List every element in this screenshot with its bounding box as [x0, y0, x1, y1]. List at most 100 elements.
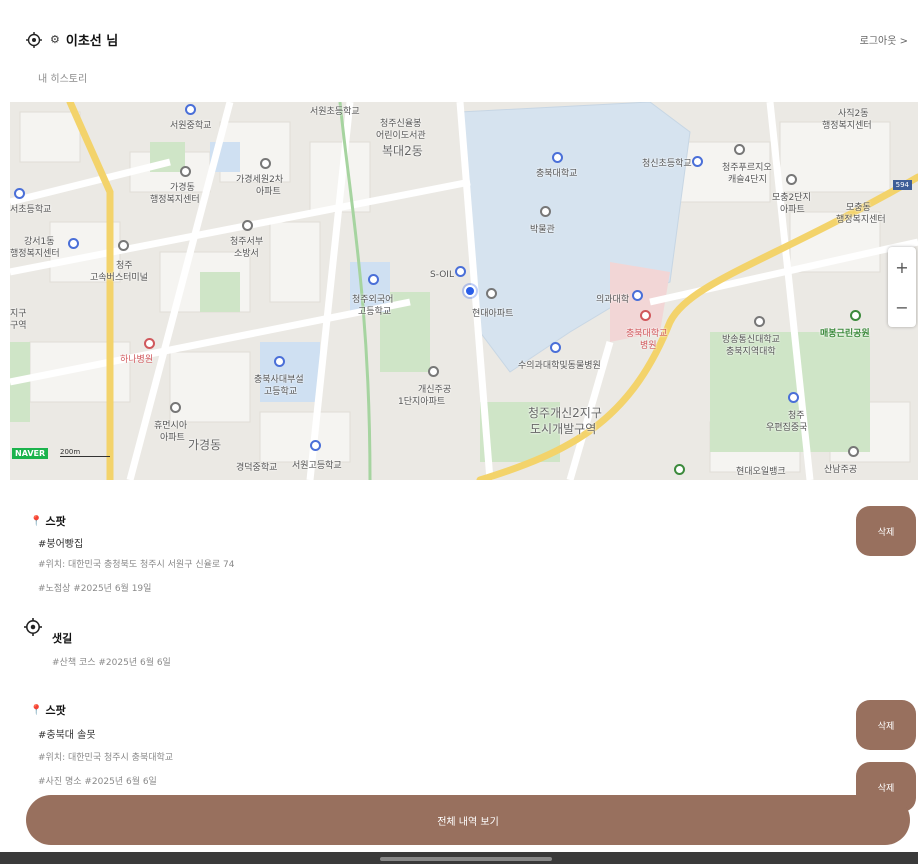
map-label: 캐슬4단지 [728, 175, 767, 185]
map-label: 서원중학교 [170, 121, 212, 131]
delete-button[interactable]: 삭제 [856, 506, 916, 556]
map-label: 서초등학교 [10, 205, 52, 215]
school-icon [550, 342, 561, 353]
place-icon [242, 220, 253, 231]
map-label: 현대오일뱅크 [736, 467, 786, 477]
school-icon [632, 290, 643, 301]
list-item: 📍 스팟 #충북대 솔못 #위치: 대한민국 청주시 충북대학교 #사진 명소 … [0, 696, 918, 806]
map-label: 우편집중국 [766, 423, 808, 433]
map-label: 구역 [10, 321, 27, 331]
item-name: #충북대 솔못 [38, 730, 96, 741]
item-tags: #사진 명소 #2025년 6월 6일 [38, 777, 157, 787]
item-type: 📍 스팟 [30, 513, 66, 529]
item-type: 📍 스팟 [30, 702, 66, 718]
target-icon [24, 618, 42, 636]
office-icon [68, 238, 79, 249]
place-icon [260, 158, 271, 169]
map-label: 어린이도서관 [376, 131, 426, 141]
system-navigation-bar [0, 852, 918, 864]
post-icon [788, 392, 799, 403]
map-label: 복대2동 [382, 144, 423, 158]
place-icon [170, 402, 181, 413]
school-icon [14, 188, 25, 199]
place-icon [486, 288, 497, 299]
school-icon [185, 104, 196, 115]
school-icon [692, 156, 703, 167]
item-tags: #노점상 #2025년 6월 19일 [38, 584, 152, 594]
school-icon [368, 274, 379, 285]
naver-logo: NAVER [12, 448, 49, 459]
park-icon [850, 310, 861, 321]
place-icon [180, 166, 191, 177]
item-tags: #산책 코스 #2025년 6월 6일 [52, 658, 171, 668]
map-label: 의과대학 [596, 295, 630, 305]
map-scale: 200m [60, 448, 110, 457]
history-title: 내 히스토리 [38, 74, 88, 85]
map-label: 행정복지센터 [10, 249, 60, 259]
list-item: 📍 스팟 #붕어빵집 #위치: 대한민국 충청북도 청주시 서원구 신율로 74… [0, 480, 918, 595]
delete-button[interactable]: 삭제 [856, 700, 916, 750]
map-label: 수의과대학및동물병원 [518, 361, 601, 371]
map-label: 아파트 [256, 187, 281, 197]
map-label: 청주개신2지구 [528, 406, 602, 420]
map-label: 병원 [640, 341, 657, 351]
map-label: 행정복지센터 [836, 215, 886, 225]
place-icon [754, 316, 765, 327]
current-location-marker [464, 285, 476, 297]
view-all-button[interactable]: 전체 내역 보기 [26, 795, 910, 845]
map-label: 행정복지센터 [822, 121, 872, 131]
map-label: 도시개발구역 [530, 422, 597, 436]
gear-icon: ⚙ [50, 33, 60, 46]
map-label: 산남주공 [824, 465, 858, 475]
home-indicator[interactable] [380, 857, 552, 861]
map-label: 아파트 [160, 433, 185, 443]
place-icon [540, 206, 551, 217]
map-label: 매봉근린공원 [820, 329, 870, 339]
map-view[interactable]: 서원초등학교 청주신율봉 어린이도서관 복대2동 사직2동 행정복지센터 서원중… [10, 102, 918, 480]
map-label: 하나병원 [120, 355, 154, 365]
item-type: 샛길 [52, 630, 72, 646]
school-icon [552, 152, 563, 163]
map-label: 1단지아파트 [398, 397, 446, 407]
list-item: 샛길 #산책 코스 #2025년 6월 6일 삭제 [0, 618, 918, 812]
map-label: 가경동 [188, 438, 222, 452]
logout-link[interactable]: 로그아웃 > [860, 32, 908, 47]
map-label: 청신초등학교 [642, 159, 692, 169]
map-label: 고등학교 [358, 307, 392, 317]
zoom-in-button[interactable]: + [895, 258, 908, 277]
map-label: 경덕중학교 [236, 463, 278, 473]
map-label: 현대아파트 [472, 309, 514, 319]
map-label: 서원고등학교 [292, 461, 342, 471]
map-label: 박물관 [530, 225, 555, 235]
zoom-out-button[interactable]: − [895, 298, 908, 317]
gas-station-icon [455, 266, 466, 277]
map-label: 아파트 [780, 205, 805, 215]
road-number-badge: 594 [892, 180, 912, 190]
username: 이초선 님 [65, 34, 119, 49]
place-icon [848, 446, 859, 457]
place-icon [734, 144, 745, 155]
item-type-label: 샛길 [52, 632, 73, 645]
map-label: 소방서 [234, 249, 259, 259]
item-name: #붕어빵집 [38, 539, 84, 550]
pin-icon: 📍 [30, 704, 43, 716]
place-icon [786, 174, 797, 185]
gas-station-icon [674, 464, 685, 475]
map-label: 행정복지센터 [150, 195, 200, 205]
header: ⚙ 이초선 님 로그아웃 > [26, 30, 908, 58]
map-label: 고속버스터미널 [90, 273, 148, 283]
user-row: ⚙ 이초선 님 [26, 30, 118, 49]
school-icon [310, 440, 321, 451]
school-icon [274, 356, 285, 367]
item-location: #위치: 대한민국 청주시 충북대학교 [38, 753, 174, 763]
map-label: 고등학교 [264, 387, 298, 397]
map-label: 충북대학교 [536, 169, 578, 179]
hospital-icon [640, 310, 651, 321]
map-label: 충북지역대학 [726, 347, 776, 357]
item-type-label: 스팟 [45, 515, 66, 528]
target-icon [26, 31, 42, 48]
map-label: S-OIL [430, 270, 454, 280]
zoom-control[interactable]: + − [888, 247, 916, 327]
item-location: #위치: 대한민국 충청북도 청주시 서원구 신율로 74 [38, 560, 235, 570]
bus-icon [118, 240, 129, 251]
